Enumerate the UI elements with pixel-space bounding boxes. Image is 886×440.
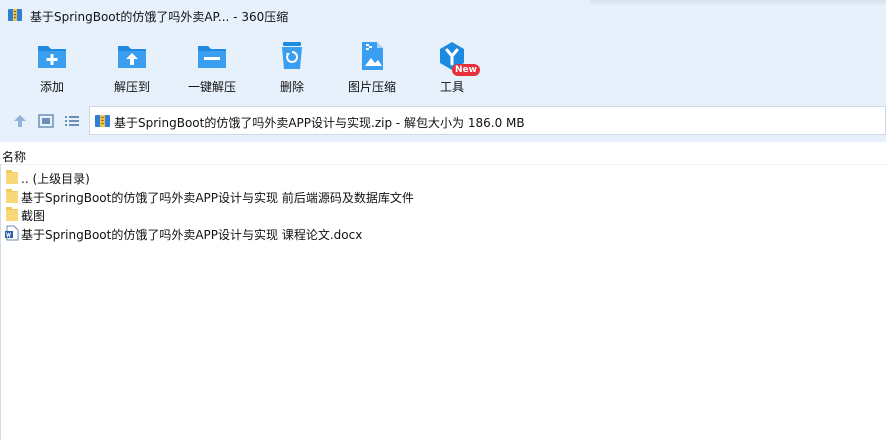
extract-to-label: 解压到	[113, 80, 150, 94]
one-click-extract-button[interactable]: 一键解压	[174, 40, 250, 98]
folder-up-icon	[6, 170, 18, 184]
title-bar-shade	[590, 0, 886, 6]
list-item[interactable]: .. (上级目录)	[0, 168, 886, 186]
folder-extract-icon	[118, 46, 146, 68]
list-item[interactable]: 基于SpringBoot的仿饿了吗外卖APP设计与实现 课程论文.docx	[0, 224, 886, 242]
column-header-name[interactable]: 名称	[2, 148, 26, 165]
delete-label: 删除	[279, 80, 304, 94]
list-item-name: .. (上级目录)	[21, 172, 90, 186]
list-item-name: 截图	[21, 209, 46, 223]
word-document-icon	[5, 225, 19, 241]
extract-to-button[interactable]: 解压到	[94, 40, 170, 98]
zip-app-icon	[8, 9, 22, 21]
folder-icon	[6, 207, 18, 221]
archive-path: 基于SpringBoot的仿饿了吗外卖APP设计与实现.zip - 解包大小为 …	[114, 116, 525, 130]
add-button[interactable]: 添加	[14, 40, 90, 98]
list-item-name: 基于SpringBoot的仿饿了吗外卖APP设计与实现 前后端源码及数据库文件	[21, 191, 414, 205]
window-title: 基于SpringBoot的仿饿了吗外卖AP... - 360压缩	[30, 10, 289, 24]
list-view-icon[interactable]	[64, 113, 80, 129]
up-arrow-icon[interactable]	[12, 113, 28, 129]
new-badge: New	[452, 64, 480, 76]
list-item-name: 基于SpringBoot的仿饿了吗外卖APP设计与实现 课程论文.docx	[21, 228, 363, 242]
folder-icon	[6, 189, 18, 203]
delete-button[interactable]: 删除	[254, 40, 330, 98]
list-item[interactable]: 截图	[0, 205, 886, 223]
folder-add-icon	[38, 46, 66, 68]
folder-onekey-extract-icon	[198, 46, 226, 68]
list-header: 名称	[0, 142, 886, 165]
zip-file-icon	[95, 115, 110, 127]
path-field[interactable]: 基于SpringBoot的仿饿了吗外卖APP设计与实现.zip - 解包大小为 …	[89, 106, 886, 135]
toolbar: 添加 解压到 一键解压 删除 图片压缩 工具 New	[0, 32, 886, 100]
image-compress-label: 图片压缩	[347, 80, 396, 94]
one-click-extract-label: 一键解压	[187, 80, 236, 94]
add-label: 添加	[39, 80, 64, 94]
list-item[interactable]: 基于SpringBoot的仿饿了吗外卖APP设计与实现 前后端源码及数据库文件	[0, 187, 886, 205]
recycle-bin-icon	[282, 42, 302, 69]
image-compress-icon	[362, 42, 383, 70]
address-bar: 基于SpringBoot的仿饿了吗外卖APP设计与实现.zip - 解包大小为 …	[0, 100, 886, 142]
title-bar: 基于SpringBoot的仿饿了吗外卖AP... - 360压缩	[0, 0, 886, 32]
tools-label: 工具	[439, 80, 464, 94]
thumbnail-view-icon[interactable]	[38, 113, 54, 129]
image-compress-button[interactable]: 图片压缩	[334, 40, 410, 98]
